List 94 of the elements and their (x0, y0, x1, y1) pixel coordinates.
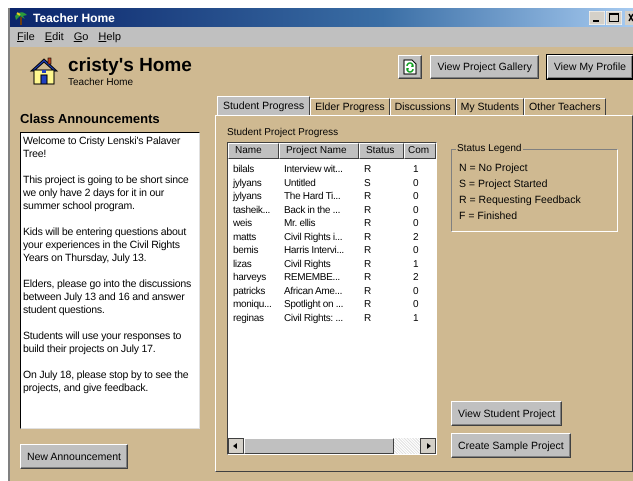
table-cell-text: R (363, 298, 372, 312)
table-cell-text: 0 (412, 298, 420, 312)
announcement-text: This project is going to be short since we only have 2 days for it in our summer school program. (23, 174, 190, 213)
table-cell-text: R (363, 271, 372, 284)
announcement-text: Kids will be entering questions about your experiences in the Civil Rights Years on Thursday, July 13. (23, 226, 188, 265)
horizontal-scrollbar[interactable] (228, 438, 436, 454)
announcement-text: Students will use your responses to build their projects on July 17. (23, 330, 182, 356)
table-cell-text: R (363, 217, 372, 230)
table-cell-text: R (363, 244, 372, 258)
table-cell-text: matts (232, 230, 257, 244)
announcement-text: Elders, please go into the discussions between July 13 and 16 and answer student questions. (23, 278, 192, 317)
gallery-button[interactable]: View Project Gallery (430, 55, 539, 79)
tab[interactable]: Other Teachers (524, 98, 606, 115)
announcement-box[interactable] (20, 132, 200, 429)
table-cell-text: tasheik... (232, 204, 272, 217)
table-cell-text: 2 (412, 271, 420, 284)
tree-icon (13, 10, 29, 26)
announcement-text: Welcome to Cristy Lenski's Palaver Tree! (23, 135, 182, 161)
column-header[interactable]: Com (404, 143, 436, 159)
right-arrow-button[interactable] (420, 438, 436, 454)
menu-item[interactable]: File (16, 31, 36, 43)
legend-item: R = Requesting Feedback (459, 193, 582, 208)
table-cell-text: harveys (232, 271, 267, 284)
table-cell-text: 0 (412, 284, 420, 298)
table-cell-text: Civil Rights: ... (283, 312, 344, 325)
table-cell-text: S (363, 176, 372, 190)
house-icon (28, 56, 60, 86)
create-project-button[interactable]: Create Sample Project (451, 433, 571, 458)
page-subtitle: Teacher Home (68, 77, 134, 89)
table-cell-text: reginas (232, 312, 265, 325)
table-cell-text: Untitled (283, 176, 317, 190)
profile-button[interactable]: View My Profile (546, 55, 633, 79)
table-cell-text: bemis (232, 244, 260, 258)
column-header[interactable]: Name (228, 143, 279, 159)
table-cell-text: Harris Intervi... (283, 244, 345, 258)
legend-title: Status Legend (456, 143, 522, 154)
menu-item[interactable]: Help (97, 31, 122, 43)
table-cell-text: bilals (232, 163, 255, 176)
table-cell-text: R (363, 230, 372, 244)
table-cell-text: 0 (412, 217, 420, 230)
window-title: Teacher Home (33, 10, 115, 24)
tab[interactable]: Elder Progress (310, 98, 390, 115)
menu-item[interactable]: Edit (44, 31, 65, 43)
table-cell-text: 0 (412, 204, 420, 217)
table-cell-text: Interview wit... (283, 163, 344, 176)
table-cell-text: African Ame... (283, 284, 344, 298)
table-cell-text: 1 (412, 163, 420, 176)
legend-item: N = No Project (459, 161, 529, 176)
table-cell-text: Civil Rights i... (283, 230, 344, 244)
table-cell-text: REMEMBE... (283, 271, 341, 284)
view-project-button[interactable]: View Student Project (451, 401, 562, 426)
table-cell-text: 0 (412, 176, 420, 190)
legend-item: F = Finished (459, 209, 518, 224)
refresh-icon (403, 59, 418, 75)
left-arrow-button[interactable] (228, 438, 244, 454)
new-announcement-button[interactable]: New Announcement (20, 444, 128, 469)
table-cell-text: The Hard Ti... (283, 190, 342, 204)
refresh-button[interactable] (398, 55, 422, 79)
table-cell-text: Civil Rights (283, 258, 332, 271)
table-cell-text: 0 (412, 190, 420, 204)
tab[interactable]: My Students (456, 98, 524, 115)
tab[interactable]: Student Progress (217, 96, 310, 115)
table-cell-text: weis (232, 217, 253, 230)
table-cell-text: 1 (412, 312, 420, 325)
table-cell-text: 1 (412, 258, 420, 271)
tab[interactable]: Discussions (390, 98, 456, 115)
table-cell-text: Spotlight on ... (283, 298, 344, 312)
scroll-thumb[interactable] (244, 438, 394, 454)
table-cell-text: lizas (232, 258, 253, 271)
table-cell-text: R (363, 163, 372, 176)
table-cell-text: R (363, 284, 372, 298)
announcement-text: On July 18, please stop by to see the projects, and give feedback. (23, 369, 190, 395)
table-cell-text: Mr. ellis (283, 217, 316, 230)
table-cell-text: R (363, 204, 372, 217)
close-button[interactable] (625, 10, 633, 24)
column-header[interactable]: Project Name (279, 143, 359, 159)
table-cell-text: jylyans (232, 190, 262, 204)
column-header[interactable]: Status (359, 143, 404, 159)
table-cell-text: R (363, 312, 372, 325)
section-label: Student Project Progress (227, 127, 340, 138)
table-cell-text: R (363, 190, 372, 204)
table-cell-text: 2 (412, 230, 420, 244)
page-title: cristy's Home (68, 55, 192, 77)
table-cell-text: moniqu... (232, 298, 272, 312)
legend-item: S = Project Started (459, 177, 548, 192)
table-cell-text: patricks (232, 284, 266, 298)
table-cell-text: jylyans (232, 176, 262, 190)
table-cell-text: R (363, 258, 372, 271)
minimize-button[interactable] (589, 10, 605, 24)
section-heading: Class Announcements (20, 111, 161, 126)
maximize-button[interactable] (606, 10, 622, 24)
table-cell-text: Back in the ... (283, 204, 342, 217)
table-cell-text: 0 (412, 244, 420, 258)
menu-item[interactable]: Go (72, 31, 90, 43)
